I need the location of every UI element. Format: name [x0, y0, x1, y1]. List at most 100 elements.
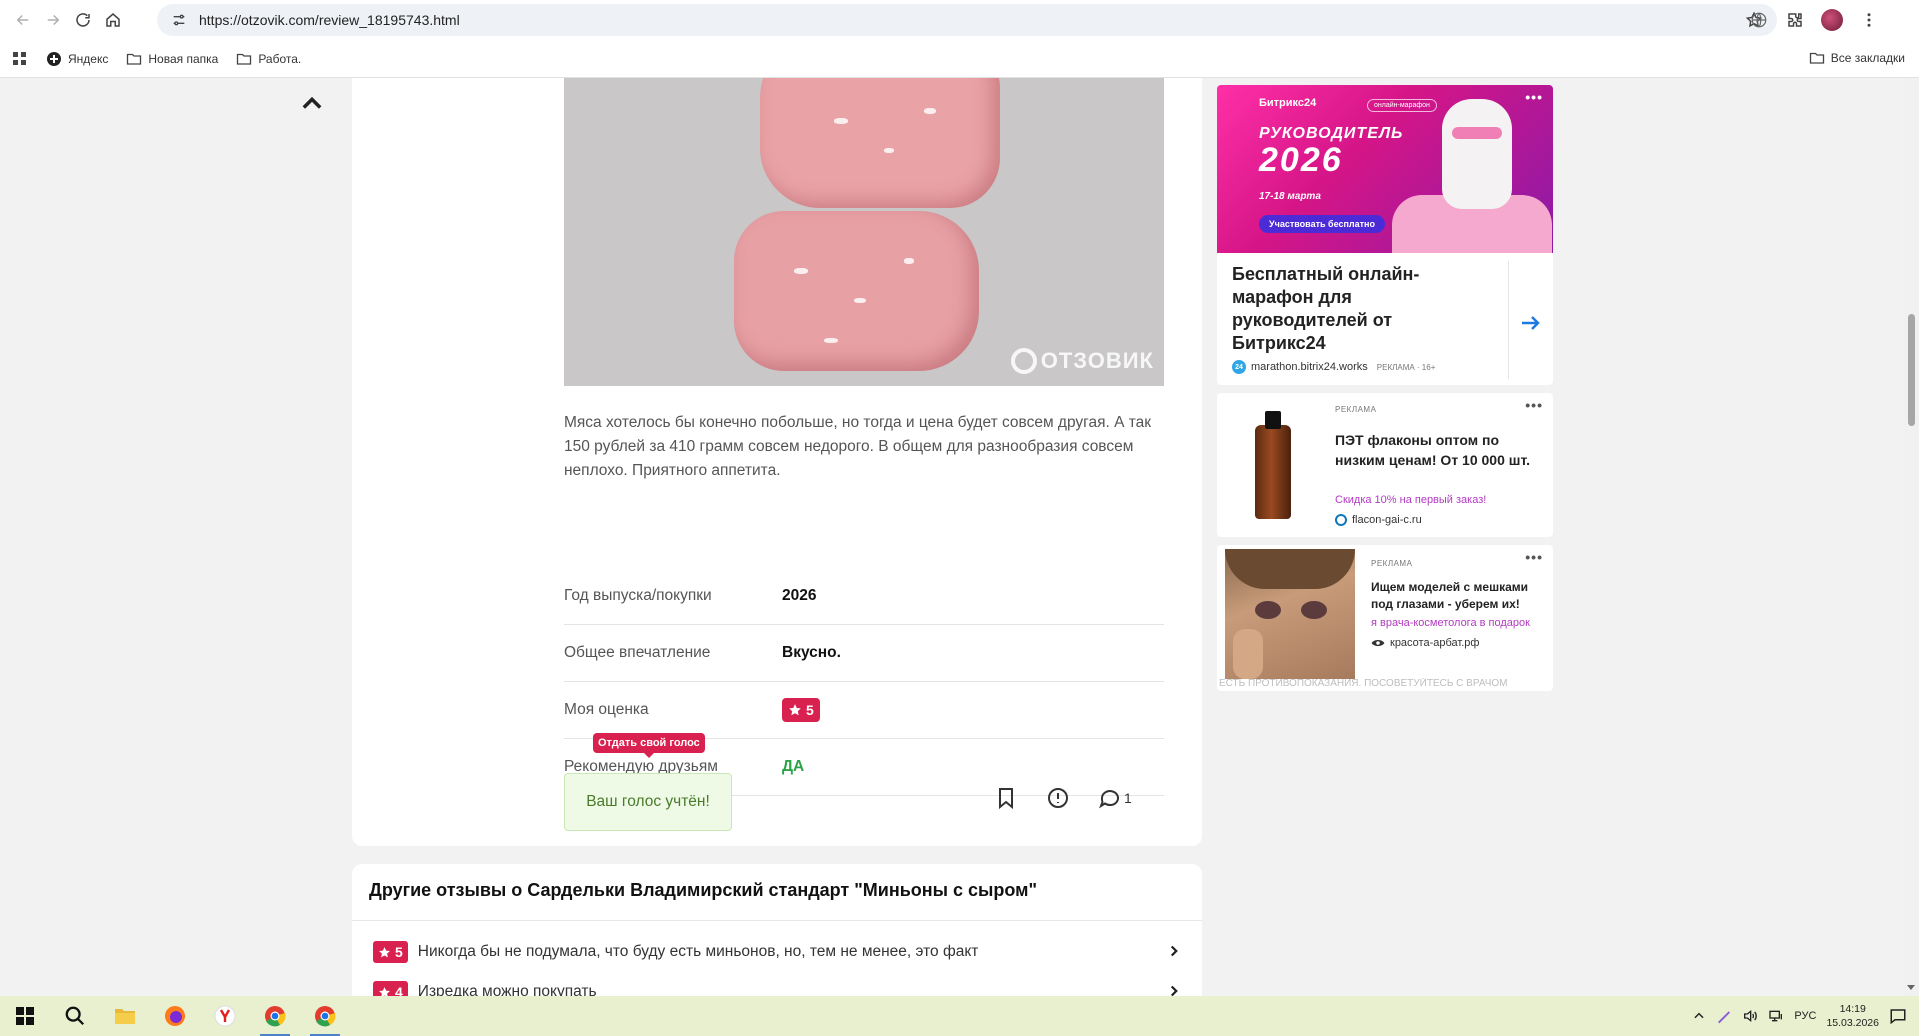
ad-title[interactable]: Ищем моделей с мешками под глазами - убе… [1371, 579, 1547, 613]
firefox-icon [165, 1006, 185, 1026]
ad-domain: красота-арбат.рф [1390, 637, 1480, 649]
list-item[interactable]: 4 Изредка можно покупать [373, 979, 1183, 996]
review-link-text[interactable]: Изредка можно покупать [418, 983, 597, 996]
vote-button[interactable]: Ваш голос учтён! [564, 773, 732, 831]
address-bar[interactable]: https://otzovik.com/review_18195743.html [157, 4, 1777, 36]
arrow-right-icon [47, 14, 60, 26]
glasses-illustration [1452, 127, 1502, 139]
chevron-right-icon [1170, 945, 1178, 957]
yandex-plus-icon [47, 51, 61, 66]
ad-bitrix[interactable]: Битрикс24 онлайн-марафон РУКОВОДИТЕЛЬ 20… [1217, 85, 1553, 385]
arrow-right-icon[interactable] [1518, 311, 1542, 335]
search-button[interactable] [50, 996, 100, 1036]
ad-menu-dots-icon[interactable]: ••• [1525, 89, 1543, 105]
site-settings-icon[interactable] [165, 12, 193, 28]
profile-avatar[interactable] [1821, 9, 1843, 31]
scrollbar-thumb[interactable] [1908, 314, 1915, 426]
url-text[interactable]: https://otzovik.com/review_18195743.html [199, 12, 460, 28]
prop-key: Год выпуска/покупки [564, 587, 712, 604]
bottle-body [1255, 425, 1291, 519]
windows-start-button[interactable] [0, 996, 50, 1036]
fat-fleck [854, 298, 866, 303]
network-icon[interactable] [1768, 1008, 1784, 1024]
back-button[interactable] [8, 5, 38, 35]
bookmark-icon[interactable] [994, 786, 1018, 810]
ad-title[interactable]: Бесплатный онлайн-марафон для руководите… [1232, 263, 1462, 355]
chevron-up-icon[interactable] [298, 90, 326, 118]
chrome-icon [265, 1006, 286, 1027]
ad-domain: flacon-gai-c.ru [1352, 514, 1422, 526]
windows-logo-icon [16, 1007, 34, 1025]
volume-icon[interactable] [1742, 1008, 1758, 1024]
clock[interactable]: 14:19 15.03.2026 [1826, 1002, 1879, 1030]
apps-grid-icon[interactable] [12, 51, 28, 67]
language-indicator[interactable]: РУС [1794, 1010, 1816, 1022]
ad-label: РЕКЛАМА [1335, 405, 1377, 414]
prop-year: Год выпуска/покупки 2026 [564, 568, 1164, 625]
windows-taskbar: РУС 14:19 15.03.2026 [0, 996, 1919, 1036]
chrome-button[interactable] [250, 996, 300, 1036]
bookmark-label: Работа. [258, 51, 302, 66]
all-bookmarks[interactable]: Все закладки [1809, 50, 1905, 66]
otzovik-watermark: ОТЗОВИК [1010, 348, 1154, 374]
notifications-icon[interactable] [1889, 1007, 1907, 1025]
eye-illustration [1301, 601, 1327, 619]
bookmark-work-folder[interactable]: Работа. [236, 51, 301, 67]
extensions-icon[interactable] [1785, 10, 1805, 30]
dog-illustration [1442, 99, 1512, 209]
ad-label: РЕКЛАМА [1371, 559, 1413, 568]
ad-title[interactable]: ПЭТ флаконы оптом по низким ценам! От 10… [1335, 430, 1545, 470]
page-scrollbar[interactable] [1904, 78, 1919, 996]
list-item[interactable]: 5 Никогда бы не подумала, что буду есть … [373, 939, 1183, 965]
ad-source[interactable]: flacon-gai-c.ru [1335, 514, 1422, 526]
ad-flacon[interactable]: РЕКЛАМА ••• ПЭТ флаконы оптом по низким … [1217, 393, 1553, 537]
prop-impression: Общее впечатление Вкусно. [564, 625, 1164, 682]
pen-icon[interactable] [1716, 1008, 1732, 1024]
folder-icon [237, 53, 252, 65]
all-bookmarks-label: Все закладки [1830, 51, 1905, 65]
ad-source[interactable]: красота-арбат.рф [1371, 637, 1479, 649]
review-card: ОТЗОВИК Мяса хотелось бы конечно побольш… [352, 78, 1202, 846]
bookmark-yandex[interactable]: Яндекс [46, 51, 108, 67]
fat-fleck [824, 338, 838, 343]
firefox-button[interactable] [150, 996, 200, 1036]
fat-fleck [904, 258, 914, 264]
translate-icon[interactable] [1749, 10, 1769, 30]
review-photo[interactable]: ОТЗОВИК [564, 78, 1164, 386]
bookmark-new-folder[interactable]: Новая папка [126, 51, 218, 67]
chrome-profile-button[interactable] [300, 996, 350, 1036]
home-icon [106, 13, 120, 27]
yandex-browser-button[interactable] [200, 996, 250, 1036]
ad-menu-dots-icon[interactable]: ••• [1525, 549, 1543, 565]
review-link-text[interactable]: Никогда бы не подумала, что буду есть ми… [418, 943, 979, 961]
reload-button[interactable] [68, 5, 98, 35]
forward-button[interactable] [38, 5, 68, 35]
comments-button[interactable]: 1 [1098, 786, 1132, 810]
prop-rating: Моя оценка 5 [564, 682, 1164, 739]
bookmarks-bar: Яндекс Новая папка Работа. Все закладки [0, 40, 1919, 78]
chevron-up-icon[interactable] [1692, 1009, 1706, 1023]
otzovik-logo-icon [1010, 348, 1037, 374]
star-icon [379, 946, 390, 957]
review-actions: 1 [994, 786, 1132, 810]
divider [1508, 261, 1509, 379]
more-menu-icon[interactable] [1859, 10, 1879, 30]
ad-banner[interactable]: Битрикс24 онлайн-марафон РУКОВОДИТЕЛЬ 20… [1217, 85, 1553, 253]
ad-cta-button[interactable]: Участвовать бесплатно [1259, 215, 1385, 233]
prop-value: Вкусно. [782, 644, 841, 661]
bitrix-logo-icon: 24 [1232, 360, 1246, 374]
prop-value: 2026 [782, 587, 817, 604]
scroll-down-arrow-icon[interactable] [1907, 985, 1915, 990]
eye-icon [1371, 639, 1385, 647]
rating-badge: 5 [373, 941, 408, 963]
folder-icon [115, 1009, 135, 1024]
file-explorer-button[interactable] [100, 996, 150, 1036]
divider [352, 920, 1202, 921]
ad-source[interactable]: 24 marathon.bitrix24.works РЕКЛАМА · 16+ [1232, 360, 1435, 374]
ad-cosmetology[interactable]: РЕКЛАМА ••• Ищем моделей с мешками под г… [1217, 545, 1553, 691]
ad-menu-dots-icon[interactable]: ••• [1525, 397, 1543, 413]
site-logo-icon [1335, 514, 1347, 526]
ad-photo [1225, 549, 1355, 679]
report-icon[interactable] [1046, 786, 1070, 810]
home-button[interactable] [98, 5, 128, 35]
